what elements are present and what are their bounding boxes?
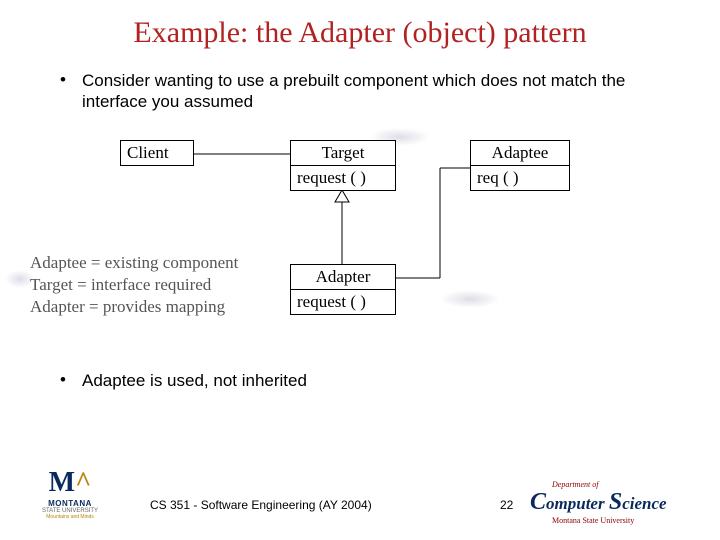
cs-dept-logo: Department of Computer Science Montana S… <box>530 480 700 525</box>
dept-of: Department of <box>552 480 700 489</box>
slide: Example: the Adapter (object) pattern •C… <box>0 0 720 540</box>
uml-adaptee-name: Adaptee <box>471 141 569 166</box>
montana-m-icon: M^ <box>30 467 110 499</box>
montana-tagline: Mountains and Minds <box>30 514 110 520</box>
uml-target-op: request ( ) <box>291 166 395 190</box>
bullet-used-not-inherited: •Adaptee is used, not inherited <box>60 370 660 391</box>
uml-adapter-op: request ( ) <box>291 290 395 314</box>
note-adaptee: Adaptee = existing component <box>30 252 238 274</box>
diagram-notes: Adaptee = existing component Target = in… <box>30 252 238 318</box>
uml-diagram: Client Target request ( ) Adaptee req ( … <box>110 140 630 360</box>
uml-client-name: Client <box>121 141 193 165</box>
footer-course: CS 351 - Software Engineering (AY 2004) <box>150 498 372 512</box>
page-number: 22 <box>500 498 513 512</box>
montana-name: MONTANA <box>30 499 110 508</box>
note-adapter: Adapter = provides mapping <box>30 296 238 318</box>
cs-wordmark: Computer Science <box>530 489 700 516</box>
uml-adaptee-op: req ( ) <box>471 166 569 190</box>
cs-word2: cience <box>622 494 666 513</box>
montana-logo: M^ MONTANA STATE UNIVERSITY Mountains an… <box>30 467 110 520</box>
bullet-text: Adaptee is used, not inherited <box>82 370 642 391</box>
uml-client: Client <box>120 140 194 166</box>
uml-target: Target request ( ) <box>290 140 396 191</box>
bullet-text: Consider wanting to use a prebuilt compo… <box>82 70 642 113</box>
bullet-dot: • <box>60 370 82 390</box>
bullet-consider: •Consider wanting to use a prebuilt comp… <box>60 70 660 113</box>
note-target: Target = interface required <box>30 274 238 296</box>
bullet-dot: • <box>60 70 82 90</box>
uml-target-name: Target <box>291 141 395 166</box>
slide-title: Example: the Adapter (object) pattern <box>0 16 720 50</box>
cs-word1: omputer <box>546 494 605 513</box>
uml-adaptee: Adaptee req ( ) <box>470 140 570 191</box>
uml-adapter: Adapter request ( ) <box>290 264 396 315</box>
uml-adapter-name: Adapter <box>291 265 395 290</box>
cs-msu: Montana State University <box>552 516 700 525</box>
